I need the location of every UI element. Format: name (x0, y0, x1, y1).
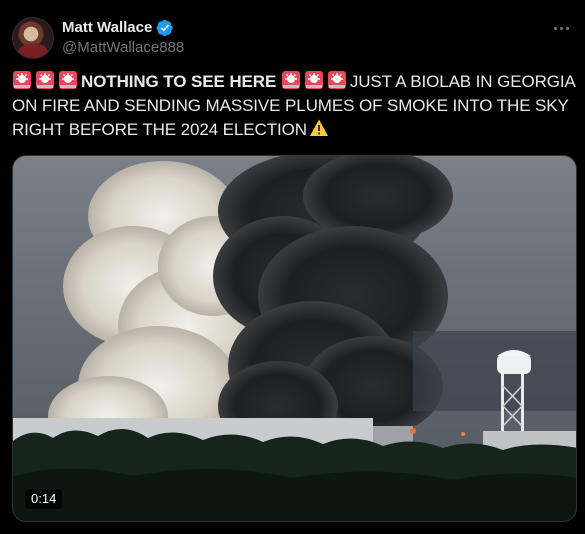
post-text: NOTHING TO SEE HERE JUST A BIOLAB IN GEO… (12, 70, 577, 142)
more-options-icon (553, 26, 557, 30)
author-info: Matt Wallace @MattWallace888 (62, 18, 184, 58)
post-header: Matt Wallace @MattWallace888 (12, 16, 573, 60)
siren-icon (327, 71, 346, 89)
warning-icon (309, 119, 328, 136)
video-player[interactable]: 0:14 (12, 155, 577, 522)
siren-icon (13, 71, 31, 89)
more-options-button[interactable] (549, 16, 573, 40)
name-row: Matt Wallace (62, 18, 184, 38)
author-display-name[interactable]: Matt Wallace (62, 18, 152, 38)
verified-badge-icon (156, 19, 174, 37)
avatar[interactable] (12, 17, 54, 59)
siren-icon (281, 71, 300, 89)
post-bold-text: NOTHING TO SEE HERE (81, 72, 277, 91)
post-card: Matt Wallace @MattWallace888 NOTHING TO … (0, 0, 585, 534)
siren-icon (59, 71, 77, 89)
video-duration: 0:14 (25, 489, 63, 509)
author-handle[interactable]: @MattWallace888 (62, 38, 184, 58)
siren-icon (36, 71, 54, 89)
video-thumbnail (13, 156, 576, 521)
siren-icon (304, 71, 323, 89)
